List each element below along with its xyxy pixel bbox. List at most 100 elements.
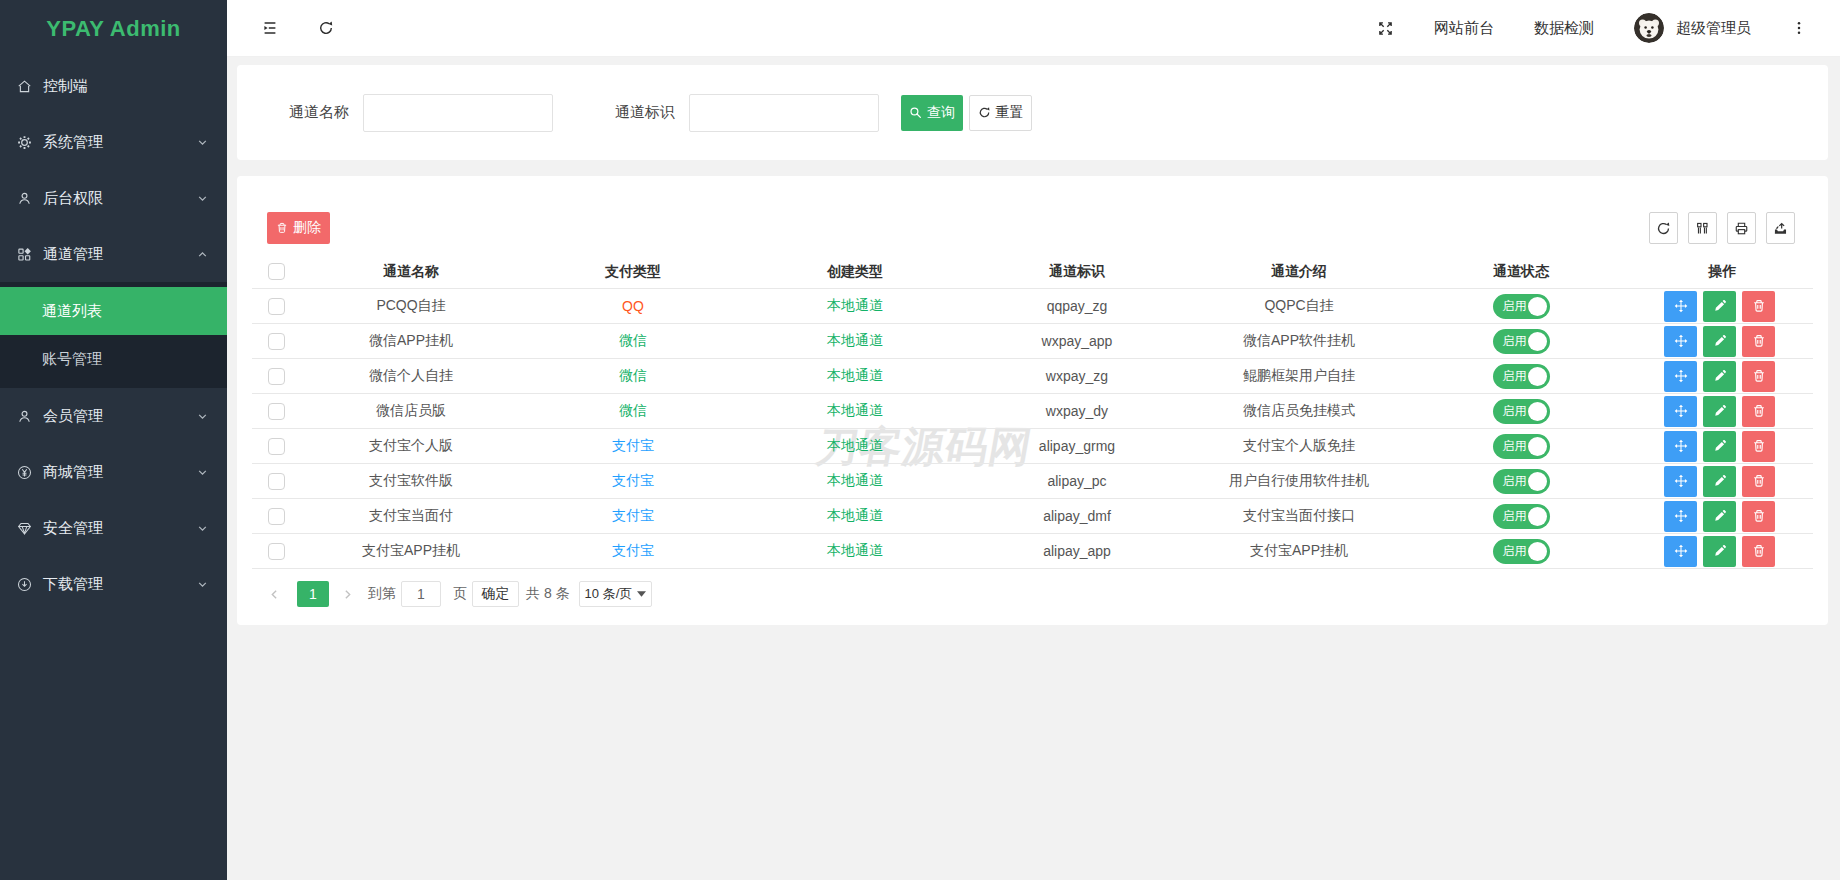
cell-create-type[interactable]: 本地通道 <box>744 507 966 525</box>
channel-code-input[interactable] <box>689 94 879 132</box>
row-edit-button[interactable] <box>1703 361 1736 392</box>
page-refresh-icon[interactable] <box>318 20 334 36</box>
reset-button[interactable]: 重置 <box>969 95 1032 131</box>
row-delete-button[interactable] <box>1742 466 1775 497</box>
caret-down-icon <box>637 591 646 597</box>
cell-create-type[interactable]: 本地通道 <box>744 297 966 315</box>
status-toggle-on[interactable]: 启用 <box>1493 364 1550 389</box>
row-move-button[interactable] <box>1664 466 1697 497</box>
cell-create-type[interactable]: 本地通道 <box>744 437 966 455</box>
status-toggle-on[interactable]: 启用 <box>1493 469 1550 494</box>
row-move-button[interactable] <box>1664 361 1697 392</box>
current-page[interactable]: 1 <box>297 581 329 607</box>
status-toggle-on[interactable]: 启用 <box>1493 329 1550 354</box>
cell-code: wxpay_dy <box>966 403 1188 419</box>
row-checkbox[interactable] <box>268 368 285 385</box>
row-delete-button[interactable] <box>1742 536 1775 567</box>
topbar-left <box>227 20 334 36</box>
cell-desc: 微信APP软件挂机 <box>1188 332 1410 350</box>
row-checkbox[interactable] <box>268 438 285 455</box>
delete-selected-button[interactable]: 删除 <box>267 212 330 244</box>
next-page-icon[interactable] <box>342 589 353 600</box>
topbar-link-data-check[interactable]: 数据检测 <box>1534 19 1594 38</box>
sidebar-item-7[interactable]: 安全管理 <box>0 500 227 556</box>
sidebar-item-3[interactable]: 后台权限 <box>0 170 227 226</box>
user-menu[interactable]: 超级管理员 <box>1634 13 1751 43</box>
status-toggle-knob <box>1528 507 1547 526</box>
cell-create-type[interactable]: 本地通道 <box>744 472 966 490</box>
row-checkbox[interactable] <box>268 473 285 490</box>
prev-page-icon[interactable] <box>269 589 280 600</box>
cell-desc: 支付宝APP挂机 <box>1188 542 1410 560</box>
search-panel: 通道名称 通道标识 查询 重置 <box>237 65 1828 160</box>
select-all-checkbox[interactable] <box>268 263 285 280</box>
goto-confirm-button[interactable]: 确定 <box>472 581 519 607</box>
sidebar-subitem-active[interactable]: 通道列表 <box>0 287 227 335</box>
row-move-button[interactable] <box>1664 501 1697 532</box>
table-row-3: 微信个人自挂微信本地通道wxpay_zg鲲鹏框架用户自挂启用 <box>252 359 1813 394</box>
row-delete-button[interactable] <box>1742 431 1775 462</box>
cell-create-type[interactable]: 本地通道 <box>744 367 966 385</box>
row-edit-button[interactable] <box>1703 326 1736 357</box>
sidebar-item-1[interactable]: 控制端 <box>0 58 227 114</box>
row-delete-button[interactable] <box>1742 501 1775 532</box>
sidebar-item-2[interactable]: 系统管理 <box>0 114 227 170</box>
chevron-down-icon <box>197 411 208 422</box>
row-move-button[interactable] <box>1664 536 1697 567</box>
status-toggle-label: 启用 <box>1503 368 1527 385</box>
status-toggle-on[interactable]: 启用 <box>1493 539 1550 564</box>
table-refresh-icon[interactable] <box>1649 212 1678 244</box>
sidebar-subitem[interactable]: 账号管理 <box>0 335 227 383</box>
cell-create-type[interactable]: 本地通道 <box>744 402 966 420</box>
status-toggle-on[interactable]: 启用 <box>1493 399 1550 424</box>
goto-page-input[interactable] <box>401 581 441 607</box>
trash-icon <box>1752 544 1766 558</box>
chevron-up-icon <box>197 249 208 260</box>
row-delete-button[interactable] <box>1742 291 1775 322</box>
row-edit-button[interactable] <box>1703 501 1736 532</box>
status-toggle-on[interactable]: 启用 <box>1493 434 1550 459</box>
topbar-link-site-front[interactable]: 网站前台 <box>1434 19 1494 38</box>
page-size-select[interactable]: 10 条/页 <box>579 581 653 607</box>
row-checkbox[interactable] <box>268 543 285 560</box>
row-edit-button[interactable] <box>1703 396 1736 427</box>
table-columns-icon[interactable] <box>1688 212 1717 244</box>
row-edit-button[interactable] <box>1703 466 1736 497</box>
channel-name-input[interactable] <box>363 94 553 132</box>
row-move-button[interactable] <box>1664 291 1697 322</box>
edit-icon <box>1713 299 1727 313</box>
sidebar-collapse-icon[interactable] <box>262 20 278 36</box>
edit-icon <box>1713 509 1727 523</box>
row-move-button[interactable] <box>1664 396 1697 427</box>
cell-create-type[interactable]: 本地通道 <box>744 332 966 350</box>
row-checkbox[interactable] <box>268 508 285 525</box>
sidebar-item-label: 商城管理 <box>43 463 197 482</box>
status-toggle-on[interactable]: 启用 <box>1493 294 1550 319</box>
cell-ops <box>1632 466 1813 497</box>
row-select-cell <box>252 472 300 490</box>
cell-create-type[interactable]: 本地通道 <box>744 542 966 560</box>
sidebar-item-8[interactable]: 下载管理 <box>0 556 227 612</box>
sidebar-item-4[interactable]: 通道管理 <box>0 226 227 282</box>
fullscreen-icon[interactable] <box>1377 20 1394 37</box>
status-toggle-knob <box>1528 402 1547 421</box>
row-delete-button[interactable] <box>1742 361 1775 392</box>
sidebar-item-6[interactable]: 商城管理 <box>0 444 227 500</box>
row-edit-button[interactable] <box>1703 536 1736 567</box>
trash-icon <box>276 222 288 234</box>
status-toggle-on[interactable]: 启用 <box>1493 504 1550 529</box>
row-move-button[interactable] <box>1664 431 1697 462</box>
search-button[interactable]: 查询 <box>901 95 963 131</box>
row-edit-button[interactable] <box>1703 431 1736 462</box>
row-checkbox[interactable] <box>268 333 285 350</box>
row-checkbox[interactable] <box>268 403 285 420</box>
more-vertical-icon[interactable] <box>1791 20 1807 36</box>
table-print-icon[interactable] <box>1727 212 1756 244</box>
sidebar-item-5[interactable]: 会员管理 <box>0 388 227 444</box>
row-edit-button[interactable] <box>1703 291 1736 322</box>
row-checkbox[interactable] <box>268 298 285 315</box>
row-delete-button[interactable] <box>1742 396 1775 427</box>
row-delete-button[interactable] <box>1742 326 1775 357</box>
table-export-icon[interactable] <box>1766 212 1795 244</box>
row-move-button[interactable] <box>1664 326 1697 357</box>
